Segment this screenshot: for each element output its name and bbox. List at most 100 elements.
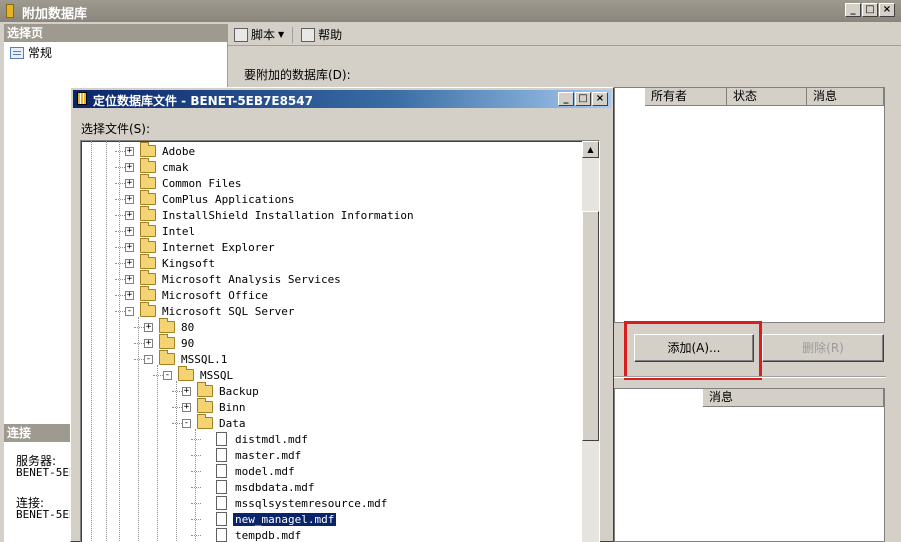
tree-guide-line (106, 141, 107, 541)
column-header-owner[interactable]: 所有者 (645, 88, 727, 106)
tree-folder-item[interactable]: - MSSQL (163, 366, 235, 383)
tree-scrollbar[interactable]: ▲ (582, 141, 599, 542)
tree-folder-item[interactable]: + Common Files (125, 174, 243, 191)
tree-folder-item[interactable]: + ComPlus Applications (125, 190, 296, 207)
tree-connector (191, 519, 201, 520)
tree-folder-item[interactable]: +90 (144, 334, 196, 351)
tree-connector (115, 311, 125, 312)
collapse-icon[interactable]: - (182, 418, 191, 428)
close-button[interactable]: × (879, 3, 895, 17)
folder-icon (140, 174, 156, 189)
tree-file-item[interactable]: mssqlsystemresource.mdf (201, 495, 389, 511)
tree-connector (115, 215, 125, 216)
expand-icon[interactable]: + (125, 242, 134, 252)
tree-connector (172, 407, 182, 408)
minimize-button[interactable]: _ (845, 3, 861, 17)
dialog-maximize-button[interactable]: □ (575, 92, 591, 106)
tree-connector (191, 455, 201, 456)
tree-item-label: msdbdata.mdf (235, 480, 315, 494)
tree-file-item[interactable]: msdbdata.mdf (201, 479, 316, 495)
details-grid[interactable]: 消息 (614, 388, 885, 542)
tree-file-item[interactable]: master.mdf (201, 447, 303, 463)
section-divider (614, 376, 886, 378)
collapse-icon[interactable]: - (163, 370, 172, 380)
expand-icon[interactable]: + (125, 194, 134, 204)
tree-file-item[interactable]: model.mdf (201, 463, 297, 479)
tree-connector (172, 423, 182, 424)
tree-item-label: 80 (181, 320, 195, 334)
tree-folder-item[interactable]: - MSSQL.1 (144, 350, 229, 367)
expand-icon[interactable]: + (125, 274, 134, 284)
remove-button[interactable]: 删除(R) (762, 334, 884, 362)
tree-folder-item[interactable]: + Microsoft Analysis Services (125, 270, 343, 287)
tree-item-label: Backup (219, 384, 259, 398)
maximize-button[interactable]: □ (862, 3, 878, 17)
expand-icon[interactable]: + (125, 290, 134, 300)
column-header-message[interactable]: 消息 (807, 88, 884, 106)
tree-connector (191, 439, 201, 440)
tree-connector (191, 487, 201, 488)
tree-item-label: Microsoft SQL Server (162, 304, 295, 318)
expand-icon[interactable]: + (125, 210, 134, 220)
folder-icon (159, 350, 175, 365)
column-header-status[interactable]: 状态 (727, 88, 807, 106)
file-icon (216, 512, 227, 526)
expand-icon[interactable]: + (125, 162, 134, 172)
scroll-up-arrow-icon[interactable]: ▲ (582, 141, 599, 158)
general-page-icon (10, 46, 24, 59)
tree-connector (172, 391, 182, 392)
database-icon (6, 4, 14, 18)
expand-icon[interactable]: + (125, 226, 134, 236)
tree-folder-item[interactable]: + Binn (182, 398, 248, 415)
tree-folder-item[interactable]: + cmak (125, 158, 191, 175)
expand-icon[interactable]: + (125, 178, 134, 188)
column-header-details-message[interactable]: 消息 (703, 389, 884, 407)
tree-folder-item[interactable]: + Microsoft Office (125, 286, 270, 303)
dialog-close-button[interactable]: × (592, 92, 608, 106)
collapse-icon[interactable]: - (144, 354, 153, 364)
tree-item-label: Binn (219, 400, 246, 414)
tree-item-label: Adobe (162, 144, 196, 158)
tree-folder-item[interactable]: + InstallShield Installation Information (125, 206, 416, 223)
help-button[interactable]: 帮助 (301, 26, 342, 43)
expand-icon[interactable]: + (182, 386, 191, 396)
tree-connector (115, 183, 125, 184)
folder-icon (159, 334, 175, 349)
tree-folder-item[interactable]: + Kingsoft (125, 254, 217, 271)
tree-item-label: master.mdf (235, 448, 302, 462)
toolbar: 脚本 ▼ 帮助 (228, 24, 901, 46)
tree-folder-item[interactable]: - Microsoft SQL Server (125, 302, 296, 319)
tree-file-item[interactable]: new_managel.mdf (201, 511, 338, 527)
tree-connector (115, 247, 125, 248)
tree-folder-item[interactable]: + Backup (182, 382, 261, 399)
tree-file-item[interactable]: tempdb.mdf (201, 527, 303, 542)
expand-icon[interactable]: + (182, 402, 191, 412)
expand-icon[interactable]: + (125, 258, 134, 268)
expand-icon[interactable]: + (144, 338, 153, 348)
expand-icon[interactable]: + (125, 146, 134, 156)
tree-connector (153, 375, 163, 376)
page-item-general[interactable]: 常规 (10, 44, 52, 61)
tree-folder-item[interactable]: + Intel (125, 222, 197, 239)
tree-folder-item[interactable]: +80 (144, 318, 196, 335)
expand-icon[interactable]: + (144, 322, 153, 332)
file-tree[interactable]: + Adobe + cmak + Common Files + ComPlus Applica… (80, 140, 600, 542)
file-icon (216, 480, 227, 494)
tree-connector (115, 295, 125, 296)
tree-file-item[interactable]: distmdl.mdf (201, 431, 310, 447)
databases-grid[interactable]: 所有者 状态 消息 (614, 87, 885, 323)
file-icon (216, 528, 227, 542)
databases-to-attach-label: 要附加的数据库(D): (244, 68, 351, 82)
tree-item-label: mssqlsystemresource.mdf (235, 496, 388, 510)
tree-connector (134, 343, 144, 344)
scrollbar-thumb[interactable] (582, 211, 599, 441)
tree-folder-item[interactable]: + Internet Explorer (125, 238, 277, 255)
file-icon (216, 448, 227, 462)
tree-folder-item[interactable]: - Data (182, 414, 248, 431)
folder-icon (197, 382, 213, 397)
dialog-minimize-button[interactable]: _ (558, 92, 574, 106)
tree-folder-item[interactable]: + Adobe (125, 142, 197, 159)
collapse-icon[interactable]: - (125, 306, 134, 316)
tree-connector (115, 151, 125, 152)
script-button[interactable]: 脚本 ▼ (234, 26, 284, 43)
